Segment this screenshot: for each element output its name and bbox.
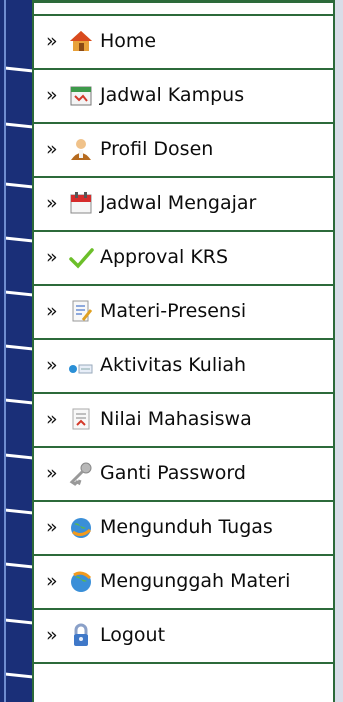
rail-notch	[6, 453, 32, 460]
rail-notch	[6, 66, 32, 73]
side-menu: » Home » Jadwal Kampus » Profil Dosen » …	[32, 0, 335, 702]
rail-notch	[6, 122, 32, 129]
rail-notch	[6, 290, 32, 297]
grades-icon	[68, 406, 94, 432]
menu-item-jadwal-kampus[interactable]: » Jadwal Kampus	[34, 68, 333, 119]
menu-item-mengunggah-materi[interactable]: » Mengunggah Materi	[34, 554, 333, 605]
document-edit-icon	[68, 298, 94, 324]
menu-bullet: »	[46, 191, 58, 214]
menu-item-label: Mengunggah Materi	[100, 569, 291, 592]
menu-bullet: »	[46, 407, 58, 430]
menu-item-label: Profil Dosen	[100, 137, 214, 160]
menu-item-label: Materi-Presensi	[100, 299, 247, 322]
menu-item-label: Jadwal Mengajar	[100, 191, 257, 214]
rail-notch	[6, 562, 32, 569]
menu-bullet: »	[46, 515, 58, 538]
menu-bullet: »	[46, 569, 58, 592]
menu-bullet: »	[46, 461, 58, 484]
menu-bullet: »	[46, 623, 58, 646]
rail-notch	[6, 344, 32, 351]
menu-item-label: Jadwal Kampus	[100, 83, 245, 106]
rail-notch	[6, 236, 32, 243]
menu-item-label: Home	[100, 29, 157, 52]
left-rail	[0, 0, 32, 702]
download-globe-icon	[68, 514, 94, 540]
menu-bullet: »	[46, 245, 58, 268]
rail-stripe	[4, 0, 6, 702]
key-icon	[68, 460, 94, 486]
rail-notch	[6, 508, 32, 515]
menu-bullet: »	[46, 353, 58, 376]
rail-notch	[6, 398, 32, 405]
menu-bullet: »	[46, 29, 58, 52]
menu-item-label: Logout	[100, 623, 166, 646]
menu-item-label: Mengunduh Tugas	[100, 515, 273, 538]
menu-item-profil-dosen[interactable]: » Profil Dosen	[34, 122, 333, 173]
menu-item-approval-krs[interactable]: » Approval KRS	[34, 230, 333, 281]
menu-item-nilai-mahasiswa[interactable]: » Nilai Mahasiswa	[34, 392, 333, 443]
menu-item-materi-presensi[interactable]: » Materi-Presensi	[34, 284, 333, 335]
menu-bullet: »	[46, 299, 58, 322]
menu-item-label: Nilai Mahasiswa	[100, 407, 252, 430]
rail-notch	[6, 618, 32, 625]
home-icon	[68, 28, 94, 54]
menu-item-aktivitas-kuliah[interactable]: » Aktivitas Kuliah	[34, 338, 333, 389]
calendar-icon	[68, 82, 94, 108]
menu-item-label: Aktivitas Kuliah	[100, 353, 247, 376]
menu-item-mengunduh-tugas[interactable]: » Mengunduh Tugas	[34, 500, 333, 551]
menu-bullet: »	[46, 137, 58, 160]
lock-icon	[68, 622, 94, 648]
date-icon	[68, 190, 94, 216]
rail-notch	[6, 672, 32, 679]
menu-item-home[interactable]: » Home	[34, 14, 333, 65]
upload-globe-icon	[68, 568, 94, 594]
menu-item-label: Ganti Password	[100, 461, 246, 484]
checkmark-icon	[68, 244, 94, 270]
user-icon	[68, 136, 94, 162]
menu-item-jadwal-mengajar[interactable]: » Jadwal Mengajar	[34, 176, 333, 227]
menu-item-logout[interactable]: » Logout	[34, 608, 333, 659]
menu-item-label: Approval KRS	[100, 245, 229, 268]
menu-bottom-border	[34, 662, 333, 702]
menu-bullet: »	[46, 83, 58, 106]
right-edge	[335, 0, 343, 702]
activity-icon	[68, 352, 94, 378]
menu-item-ganti-password[interactable]: » Ganti Password	[34, 446, 333, 497]
rail-notch	[6, 182, 32, 189]
